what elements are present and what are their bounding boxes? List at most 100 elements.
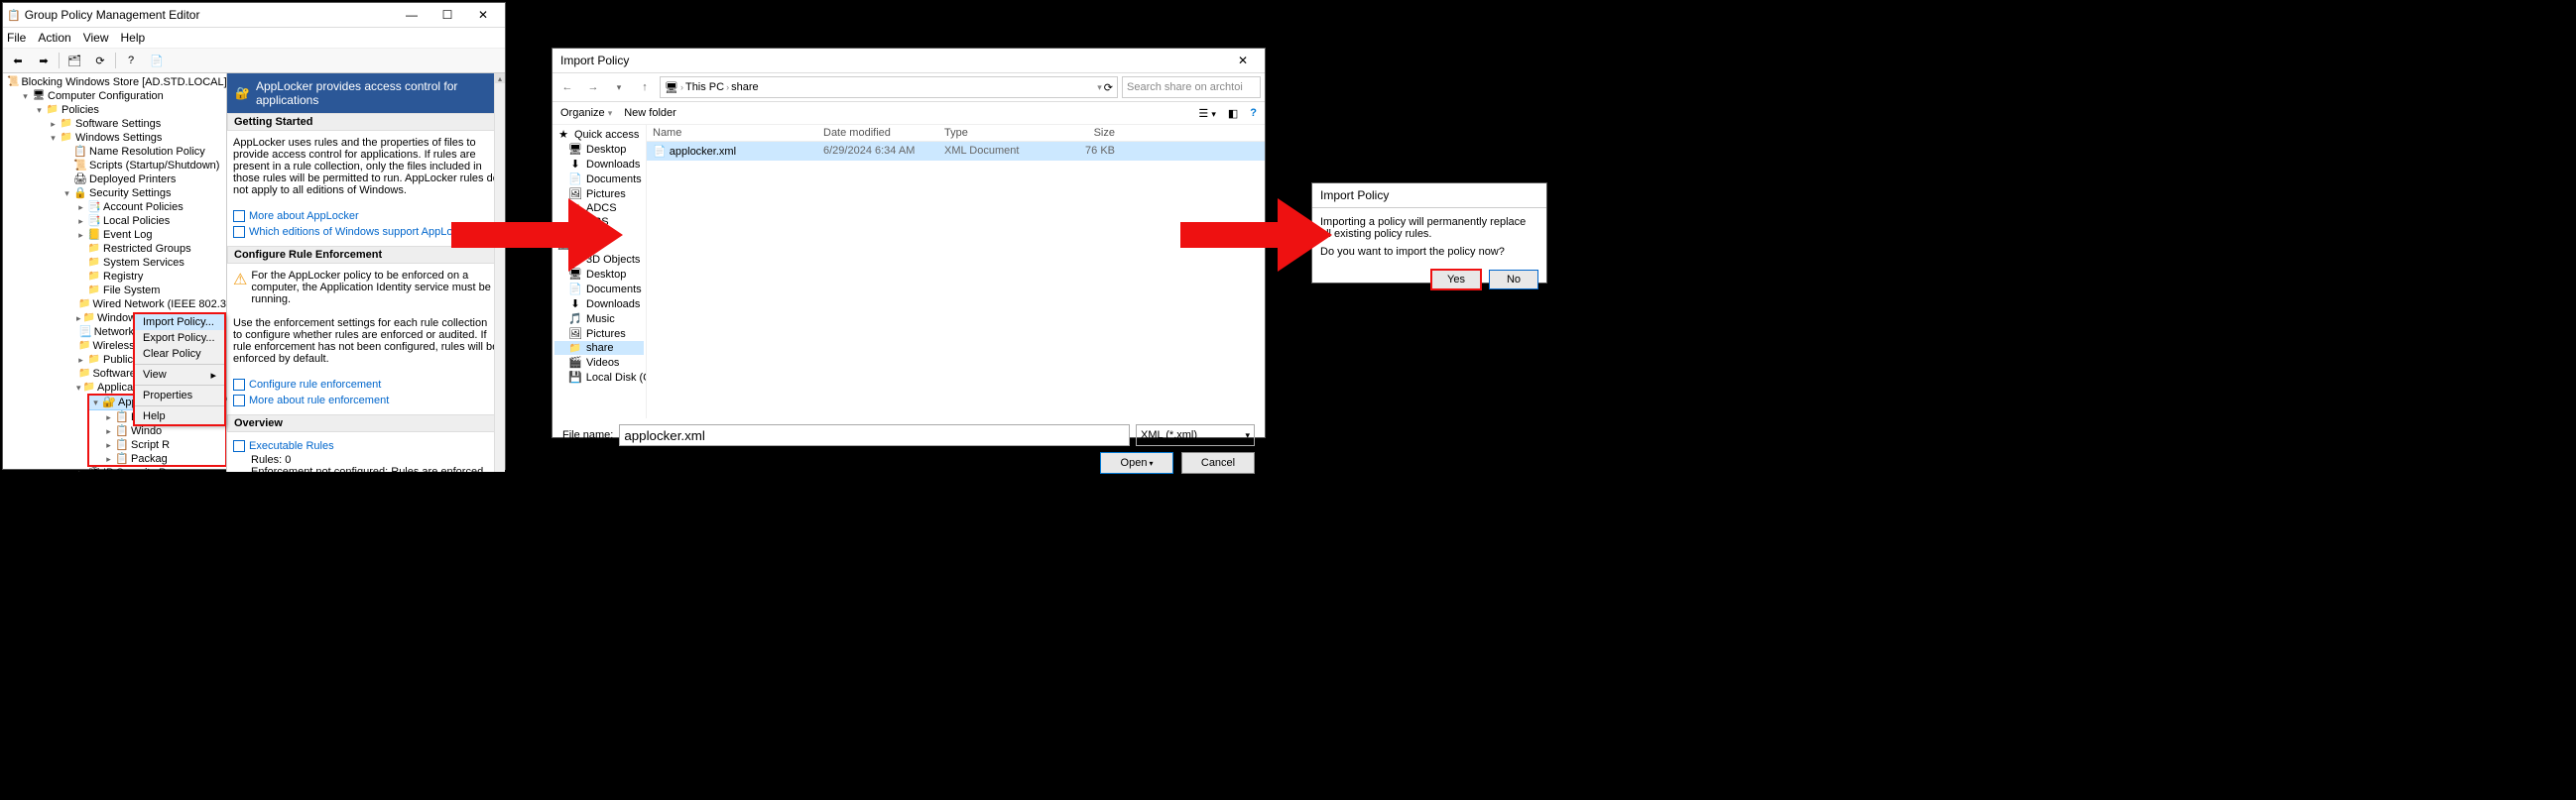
breadcrumb-item[interactable]: This PC bbox=[685, 81, 724, 93]
link-executable-rules[interactable]: Executable Rules bbox=[233, 438, 499, 454]
yes-button[interactable]: Yes bbox=[1431, 270, 1481, 289]
expand-icon[interactable]: ▸ bbox=[49, 117, 58, 131]
tree-computer-config[interactable]: ▾Computer Configuration bbox=[19, 89, 226, 103]
menu-action[interactable]: Action bbox=[38, 31, 70, 45]
expand-icon[interactable]: ▸ bbox=[104, 410, 113, 424]
expand-icon[interactable]: ▸ bbox=[104, 424, 113, 438]
tree-deployed-printers[interactable]: 🖨Deployed Printers bbox=[61, 172, 226, 186]
scrollbar[interactable]: ▴ bbox=[494, 73, 505, 472]
organize-dropdown[interactable]: Organize ▾ bbox=[560, 107, 612, 119]
help-icon[interactable]: ? bbox=[1250, 107, 1257, 119]
collapse-icon[interactable]: ▾ bbox=[21, 89, 30, 103]
collapse-icon[interactable]: ▾ bbox=[91, 396, 100, 409]
col-name[interactable]: Name bbox=[647, 125, 817, 141]
refresh-button[interactable]: ⟳ bbox=[89, 50, 111, 71]
ctx-help[interactable]: Help bbox=[135, 408, 224, 424]
collapse-icon[interactable]: ▾ bbox=[62, 186, 71, 200]
expand-icon[interactable]: ▸ bbox=[104, 438, 113, 452]
filetype-dropdown[interactable]: XML (*.xml)▾ bbox=[1136, 424, 1255, 446]
close-button[interactable]: ✕ bbox=[465, 5, 501, 25]
breadcrumb-item[interactable]: share bbox=[731, 81, 759, 93]
file-list[interactable]: Name Date modified Type Size 📄 applocker… bbox=[647, 125, 1265, 418]
tree-win-rules[interactable]: ▸📋Windo bbox=[102, 424, 226, 438]
up-button[interactable]: 🗂 bbox=[63, 50, 85, 71]
tree-system-services[interactable]: System Services bbox=[74, 256, 226, 270]
file-row-applocker[interactable]: 📄 applocker.xml 6/29/2024 6:34 AM XML Do… bbox=[647, 142, 1265, 161]
expand-icon[interactable]: ▸ bbox=[104, 452, 113, 466]
tree-software-settings[interactable]: ▸Software Settings bbox=[47, 117, 226, 131]
forward-button[interactable]: ➡ bbox=[33, 50, 55, 71]
expand-icon[interactable]: ▸ bbox=[76, 466, 85, 472]
nav-pictures-2[interactable]: 🖼Pictures bbox=[554, 326, 644, 341]
nav-pane[interactable]: ★Quick access 🖥Desktop ⬇Downloads 📄Docum… bbox=[552, 125, 647, 418]
ctx-properties[interactable]: Properties bbox=[135, 388, 224, 403]
nav-downloads-2[interactable]: ⬇Downloads bbox=[554, 296, 644, 311]
expand-icon[interactable]: ▸ bbox=[76, 311, 81, 325]
tree-account-policies[interactable]: ▸📑Account Policies bbox=[74, 200, 226, 214]
no-button[interactable]: No bbox=[1489, 270, 1538, 289]
nav-share[interactable]: share bbox=[554, 341, 644, 355]
col-date[interactable]: Date modified bbox=[817, 125, 938, 141]
tree-scripts[interactable]: 📜Scripts (Startup/Shutdown) bbox=[61, 159, 226, 172]
tree-name-resolution[interactable]: 📋Name Resolution Policy bbox=[61, 145, 226, 159]
nav-music[interactable]: 🎵Music bbox=[554, 311, 644, 326]
up-button[interactable]: ↑ bbox=[634, 76, 656, 98]
tree-pkg-rules[interactable]: ▸📋Packag bbox=[102, 452, 226, 466]
ctx-clear-policy[interactable]: Clear Policy bbox=[135, 346, 224, 362]
tree-event-log[interactable]: ▸📒Event Log bbox=[74, 228, 226, 242]
collapse-icon[interactable]: ▾ bbox=[76, 381, 81, 395]
menu-file[interactable]: File bbox=[7, 31, 26, 45]
scroll-up-icon[interactable]: ▴ bbox=[495, 73, 505, 83]
expand-icon[interactable]: ▸ bbox=[76, 200, 85, 214]
nav-quick-access[interactable]: ★Quick access bbox=[554, 127, 644, 142]
history-dropdown[interactable]: ▾ bbox=[608, 76, 630, 98]
search-input[interactable]: Search share on archtoi bbox=[1122, 76, 1261, 98]
ctx-import-policy[interactable]: Import Policy... bbox=[135, 314, 224, 330]
tree-file-system[interactable]: File System bbox=[74, 284, 226, 297]
back-button[interactable]: ← bbox=[556, 76, 578, 98]
nav-documents[interactable]: 📄Documents bbox=[554, 171, 644, 186]
col-type[interactable]: Type bbox=[938, 125, 1049, 141]
tree-wired-network[interactable]: Wired Network (IEEE 802.3) Policies bbox=[74, 297, 226, 311]
collapse-icon[interactable]: ▾ bbox=[35, 103, 44, 117]
ctx-export-policy[interactable]: Export Policy... bbox=[135, 330, 224, 346]
close-button[interactable]: ✕ bbox=[1225, 51, 1261, 70]
properties-icon[interactable]: 📄 bbox=[146, 50, 168, 71]
tree-ipsec[interactable]: ▸🛡IP Security Po bbox=[74, 466, 226, 472]
menu-view[interactable]: View bbox=[83, 31, 109, 45]
cancel-button[interactable]: Cancel bbox=[1181, 452, 1255, 474]
minimize-button[interactable]: — bbox=[394, 5, 429, 25]
expand-icon[interactable]: ▸ bbox=[76, 214, 85, 228]
tree-windows-settings[interactable]: ▾Windows Settings bbox=[47, 131, 226, 145]
nav-local-disk[interactable]: 💾Local Disk (C:) bbox=[554, 370, 644, 385]
nav-videos[interactable]: 🎬Videos bbox=[554, 355, 644, 370]
back-button[interactable]: ⬅ bbox=[7, 50, 29, 71]
tree-restricted-groups[interactable]: Restricted Groups bbox=[74, 242, 226, 256]
nav-downloads[interactable]: ⬇Downloads bbox=[554, 157, 644, 171]
col-size[interactable]: Size bbox=[1049, 125, 1121, 141]
collapse-icon[interactable]: ▾ bbox=[49, 131, 58, 145]
link-more-enforcement[interactable]: More about rule enforcement bbox=[233, 393, 499, 408]
new-folder-button[interactable]: New folder bbox=[624, 107, 676, 119]
tree-security-settings[interactable]: ▾🔒Security Settings bbox=[61, 186, 226, 200]
expand-icon[interactable]: ▸ bbox=[76, 353, 85, 367]
link-configure-enforcement[interactable]: Configure rule enforcement bbox=[233, 377, 499, 393]
preview-pane-button[interactable]: ◧ bbox=[1228, 107, 1238, 120]
tree-policies[interactable]: ▾Policies bbox=[33, 103, 226, 117]
nav-documents-2[interactable]: 📄Documents bbox=[554, 282, 644, 296]
refresh-icon[interactable]: ⟳ bbox=[1104, 81, 1113, 94]
breadcrumb[interactable]: 🖥 › This PC › share ▾ ⟳ bbox=[660, 76, 1118, 98]
ctx-view[interactable]: View▸ bbox=[135, 367, 224, 383]
dropdown-icon[interactable]: ▾ bbox=[1097, 82, 1102, 93]
filename-input[interactable] bbox=[619, 424, 1130, 446]
open-button[interactable]: Open ▾ bbox=[1100, 452, 1173, 474]
view-dropdown[interactable]: ☰ ▾ bbox=[1198, 107, 1215, 120]
help-icon[interactable]: ? bbox=[120, 50, 142, 71]
menu-help[interactable]: Help bbox=[121, 31, 146, 45]
maximize-button[interactable]: ☐ bbox=[429, 5, 465, 25]
tree-script-rules[interactable]: ▸📋Script R bbox=[102, 438, 226, 452]
expand-icon[interactable]: ▸ bbox=[76, 228, 85, 242]
tree-root[interactable]: Blocking Windows Store [AD.STD.LOCAL] Po… bbox=[5, 75, 226, 89]
tree-registry[interactable]: Registry bbox=[74, 270, 226, 284]
forward-button[interactable]: → bbox=[582, 76, 604, 98]
